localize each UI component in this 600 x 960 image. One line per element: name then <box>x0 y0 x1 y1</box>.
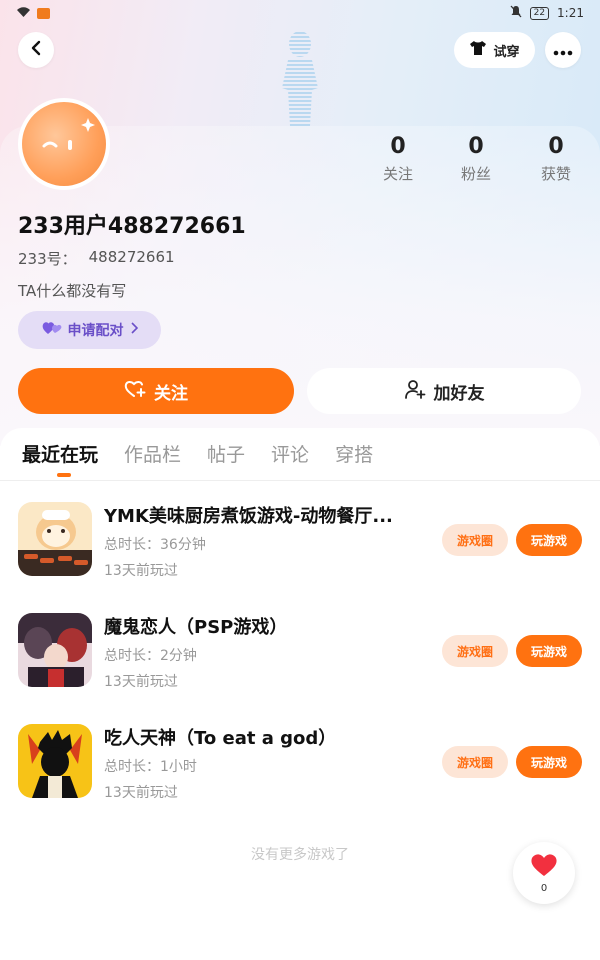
battery-indicator: 22 <box>529 6 550 20</box>
play-game-button[interactable]: 玩游戏 <box>516 635 582 667</box>
game-circle-button[interactable]: 游戏圈 <box>442 524 508 556</box>
follow-label: 关注 <box>154 383 188 404</box>
tab-recently-played[interactable]: 最近在玩 <box>22 440 98 477</box>
app-notification-icon <box>37 7 50 19</box>
like-count: 0 <box>540 882 548 894</box>
tab-comments[interactable]: 评论 <box>271 440 309 467</box>
list-item[interactable]: 魔鬼恋人（PSP游戏） 总时长：2分钟 13天前玩过 游戏圈 玩游戏 <box>0 613 600 693</box>
user-id-value: 488272661 <box>88 248 175 266</box>
stat-following-value: 0 <box>390 134 406 159</box>
apply-match-button[interactable]: 申请配对 <box>18 311 161 349</box>
like-button[interactable]: 0 <box>513 842 575 904</box>
profile-tabs: 最近在玩 作品栏 帖子 评论 穿搭 <box>22 440 373 477</box>
stat-fans-value: 0 <box>468 134 484 159</box>
game-last-played: 13天前玩过 <box>104 563 178 579</box>
chevron-right-icon <box>130 322 138 338</box>
game-duration: 总时长：1小时 <box>104 759 197 775</box>
chevron-left-icon <box>28 40 44 60</box>
more-dots-icon <box>553 41 573 60</box>
stat-fans[interactable]: 0 粉丝 <box>441 134 511 184</box>
stat-fans-label: 粉丝 <box>460 165 491 183</box>
add-friend-button[interactable]: 加好友 <box>307 368 581 414</box>
game-duration: 总时长：2分钟 <box>104 648 197 664</box>
mute-bell-icon <box>510 5 522 21</box>
tabs-divider <box>0 480 600 481</box>
tab-works[interactable]: 作品栏 <box>124 440 181 467</box>
stat-likes[interactable]: 0 获赞 <box>521 134 591 184</box>
avatar-figure-silhouette <box>268 28 332 126</box>
apply-match-label: 申请配对 <box>67 323 124 339</box>
tshirt-icon <box>469 40 487 60</box>
game-title: 魔鬼恋人（PSP游戏） <box>104 617 288 638</box>
stat-following-label: 关注 <box>382 165 413 183</box>
clock: 1:21 <box>557 6 584 20</box>
play-game-button[interactable]: 玩游戏 <box>516 746 582 778</box>
game-icon-to-eat-a-god <box>18 724 92 798</box>
user-avatar[interactable] <box>18 98 110 190</box>
heart-plus-icon <box>124 379 146 404</box>
try-on-label: 试穿 <box>493 44 520 60</box>
username: 233用户488272661 <box>18 214 246 239</box>
try-on-button[interactable]: 试穿 <box>454 32 535 68</box>
user-bio: TA什么都没有写 <box>18 282 127 300</box>
user-id-label: 233号： <box>18 250 77 268</box>
no-more-games-text: 没有更多游戏了 <box>251 847 349 863</box>
list-item[interactable]: 吃人天神（To eat a god） 总时长：1小时 13天前玩过 游戏圈 玩游… <box>0 724 600 804</box>
avatar-image <box>22 102 106 186</box>
tab-outfits[interactable]: 穿搭 <box>335 440 373 467</box>
more-options-button[interactable] <box>545 32 581 68</box>
user-id-row: 233号： 488272661 <box>18 248 175 269</box>
list-item[interactable]: YMK美味厨房煮饭游戏-动物餐厅... 总时长：36分钟 13天前玩过 游戏圈 … <box>0 502 600 582</box>
game-circle-button[interactable]: 游戏圈 <box>442 635 508 667</box>
game-title: 吃人天神（To eat a god） <box>104 728 337 749</box>
add-friend-label: 加好友 <box>433 383 485 404</box>
game-icon-diabolik-lovers <box>18 613 92 687</box>
heart-icon <box>530 853 558 881</box>
game-circle-button[interactable]: 游戏圈 <box>442 746 508 778</box>
game-duration: 总时长：36分钟 <box>104 537 206 553</box>
game-last-played: 13天前玩过 <box>104 785 178 801</box>
stat-following[interactable]: 0 关注 <box>363 134 433 184</box>
tab-posts[interactable]: 帖子 <box>207 440 245 467</box>
game-last-played: 13天前玩过 <box>104 674 178 690</box>
stat-likes-value: 0 <box>548 134 564 159</box>
follow-button[interactable]: 关注 <box>18 368 294 414</box>
add-person-icon <box>404 379 426 404</box>
game-icon-ymk-kitchen <box>18 502 92 576</box>
play-game-button[interactable]: 玩游戏 <box>516 524 582 556</box>
status-bar: 22 1:21 <box>0 0 600 26</box>
game-title: YMK美味厨房煮饭游戏-动物餐厅... <box>104 506 393 527</box>
heart-pair-icon <box>42 320 62 340</box>
back-button[interactable] <box>18 32 54 68</box>
stat-likes-label: 获赞 <box>540 165 571 183</box>
wifi-icon <box>16 6 31 21</box>
